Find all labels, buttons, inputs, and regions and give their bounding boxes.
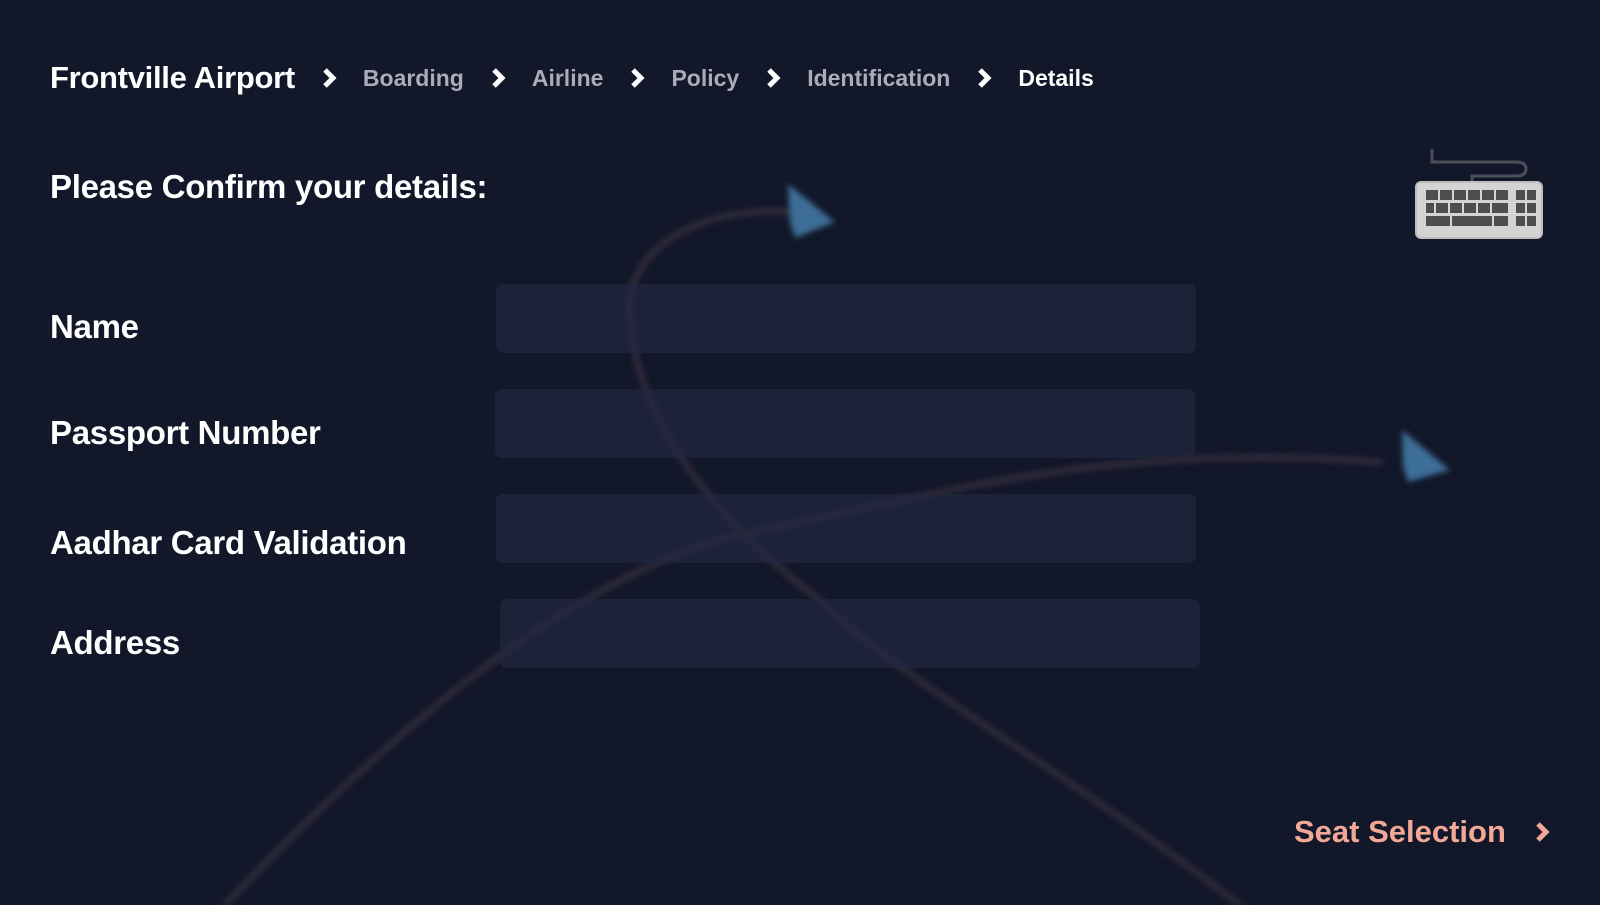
name-input[interactable] xyxy=(496,284,1196,353)
passport-number-input[interactable] xyxy=(495,389,1195,458)
chevron-right-icon xyxy=(1532,820,1552,844)
paper-plane-icon xyxy=(1402,430,1450,482)
breadcrumb-root-airport-name: Frontville Airport xyxy=(50,60,295,95)
keyboard-icon xyxy=(1415,148,1543,239)
chevron-right-icon xyxy=(319,67,339,89)
breadcrumb-item-boarding[interactable]: Boarding xyxy=(363,65,464,92)
name-label: Name xyxy=(50,308,139,345)
breadcrumb-item-details: Details xyxy=(1018,64,1094,91)
page-title: Please Confirm your details: xyxy=(50,168,488,205)
chevron-right-icon xyxy=(763,67,783,89)
chevron-right-icon xyxy=(974,67,994,89)
chevron-right-icon xyxy=(488,67,508,89)
keyboard-toggle-button[interactable] xyxy=(1412,146,1544,242)
seat-selection-label: Seat Selection xyxy=(1294,814,1506,849)
breadcrumb-item-airline[interactable]: Airline xyxy=(532,65,604,92)
aadhar-card-validation-label: Aadhar Card Validation xyxy=(50,524,407,561)
chevron-right-icon xyxy=(627,67,647,89)
paper-plane-icon xyxy=(788,184,835,238)
breadcrumb-item-policy[interactable]: Policy xyxy=(671,65,739,92)
seat-selection-next-button[interactable]: Seat Selection xyxy=(1294,814,1552,850)
address-input[interactable] xyxy=(500,599,1200,668)
breadcrumb: Frontville Airport Boarding Airline Poli… xyxy=(50,56,1094,100)
address-label: Address xyxy=(50,624,180,661)
aadhar-card-validation-input[interactable] xyxy=(496,494,1196,563)
passport-number-label: Passport Number xyxy=(50,414,321,451)
details-page: Frontville Airport Boarding Airline Poli… xyxy=(0,0,1600,905)
breadcrumb-item-identification[interactable]: Identification xyxy=(807,65,950,92)
